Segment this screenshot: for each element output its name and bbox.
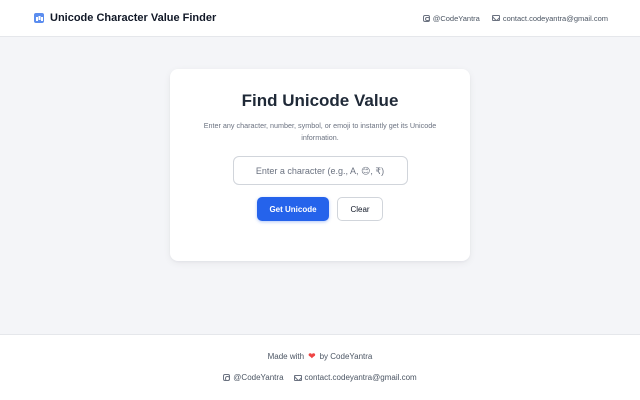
made-with-suffix: by CodeYantra (319, 352, 373, 361)
unicode-finder-card: Find Unicode Value Enter any character, … (170, 69, 470, 261)
made-with-line: Made with ❤ by CodeYantra (0, 351, 640, 362)
card-description: Enter any character, number, symbol, or … (203, 121, 437, 142)
card-title: Find Unicode Value (241, 91, 399, 110)
header-instagram-link[interactable]: @CodeYantra (422, 13, 480, 23)
app-title: Unicode Character Value Finder (50, 12, 217, 24)
instagram-icon (422, 14, 430, 22)
mail-icon (491, 15, 500, 21)
footer: Made with ❤ by CodeYantra @CodeYantra co… (0, 334, 640, 400)
character-input-wrapper (232, 156, 408, 185)
header-email-link[interactable]: contact.codeyantra@gmail.com (491, 13, 608, 23)
footer-links: @CodeYantra contact.codeyantra@gmail.com (0, 373, 640, 382)
footer-email-link[interactable]: contact.codeyantra@gmail.com (293, 373, 417, 382)
heart-icon: ❤ (308, 351, 316, 361)
header-instagram-text: @CodeYantra (432, 13, 480, 23)
footer-instagram-text: @CodeYantra (233, 373, 284, 382)
bar-chart-icon (34, 13, 44, 23)
footer-instagram-link[interactable]: @CodeYantra (223, 373, 284, 382)
button-row: Get Unicode Clear (170, 197, 470, 221)
header-links: @CodeYantra contact.codeyantra@gmail.com (422, 13, 608, 23)
made-with-prefix: Made with (267, 352, 305, 361)
header-email-text: contact.codeyantra@gmail.com (502, 13, 608, 23)
clear-button[interactable]: Clear (337, 197, 383, 221)
get-unicode-button[interactable]: Get Unicode (257, 197, 329, 221)
brand: Unicode Character Value Finder (34, 12, 216, 24)
character-input[interactable] (237, 165, 403, 176)
top-header: Unicode Character Value Finder @CodeYant… (0, 0, 640, 37)
mail-icon (293, 374, 302, 381)
instagram-icon (223, 374, 231, 381)
footer-email-text: contact.codeyantra@gmail.com (304, 373, 417, 382)
